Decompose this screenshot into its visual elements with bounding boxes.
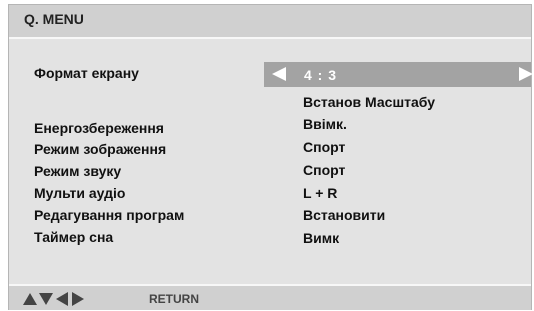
left-arrow-icon — [56, 292, 68, 306]
menu-item-value-multi-audio: L + R — [303, 185, 338, 201]
right-arrow-icon[interactable] — [519, 67, 533, 81]
menu-item-label-multi-audio[interactable]: Мульти аудіо — [34, 185, 125, 201]
menu-item-value-energy-saving: Ввімк. — [303, 116, 347, 132]
menu-item-value-sleep-timer: Вимк — [303, 230, 340, 246]
menu-item-label-picture-mode[interactable]: Режим зображення — [34, 141, 166, 157]
up-arrow-icon — [23, 293, 37, 305]
divider — [9, 37, 531, 39]
return-hint[interactable]: RETURN — [149, 292, 199, 306]
menu-item-value-sound-mode: Спорт — [303, 162, 346, 178]
menu-item-label-sound-mode[interactable]: Режим звуку — [34, 163, 121, 179]
title-bar: Q. MENU — [9, 5, 531, 37]
menu-item-label-sleep-timer[interactable]: Таймер сна — [34, 229, 113, 245]
quick-menu-panel: Q. MENU Формат екрану 4 : 3 Встанов Масш… — [8, 4, 533, 310]
menu-item-value-picture-mode: Спорт — [303, 139, 346, 155]
menu-item-label-screen-format[interactable]: Формат екрану — [34, 65, 139, 81]
navigation-arrows — [23, 292, 93, 306]
menu-item-label-program-edit[interactable]: Редагування програм — [34, 207, 184, 223]
down-arrow-icon — [39, 293, 53, 305]
left-arrow-icon[interactable] — [272, 67, 286, 81]
menu-item-value-program-edit: Встановити — [303, 207, 386, 223]
footer-bar: RETURN — [9, 286, 531, 310]
screen-format-selector[interactable]: 4 : 3 — [264, 62, 533, 87]
right-arrow-icon — [72, 292, 84, 306]
menu-title: Q. MENU — [24, 11, 84, 27]
screen-format-value: 4 : 3 — [304, 67, 338, 83]
menu-item-label-energy-saving[interactable]: Енергозбереження — [34, 120, 164, 136]
zoom-setting-option[interactable]: Встанов Масштабу — [303, 94, 435, 110]
